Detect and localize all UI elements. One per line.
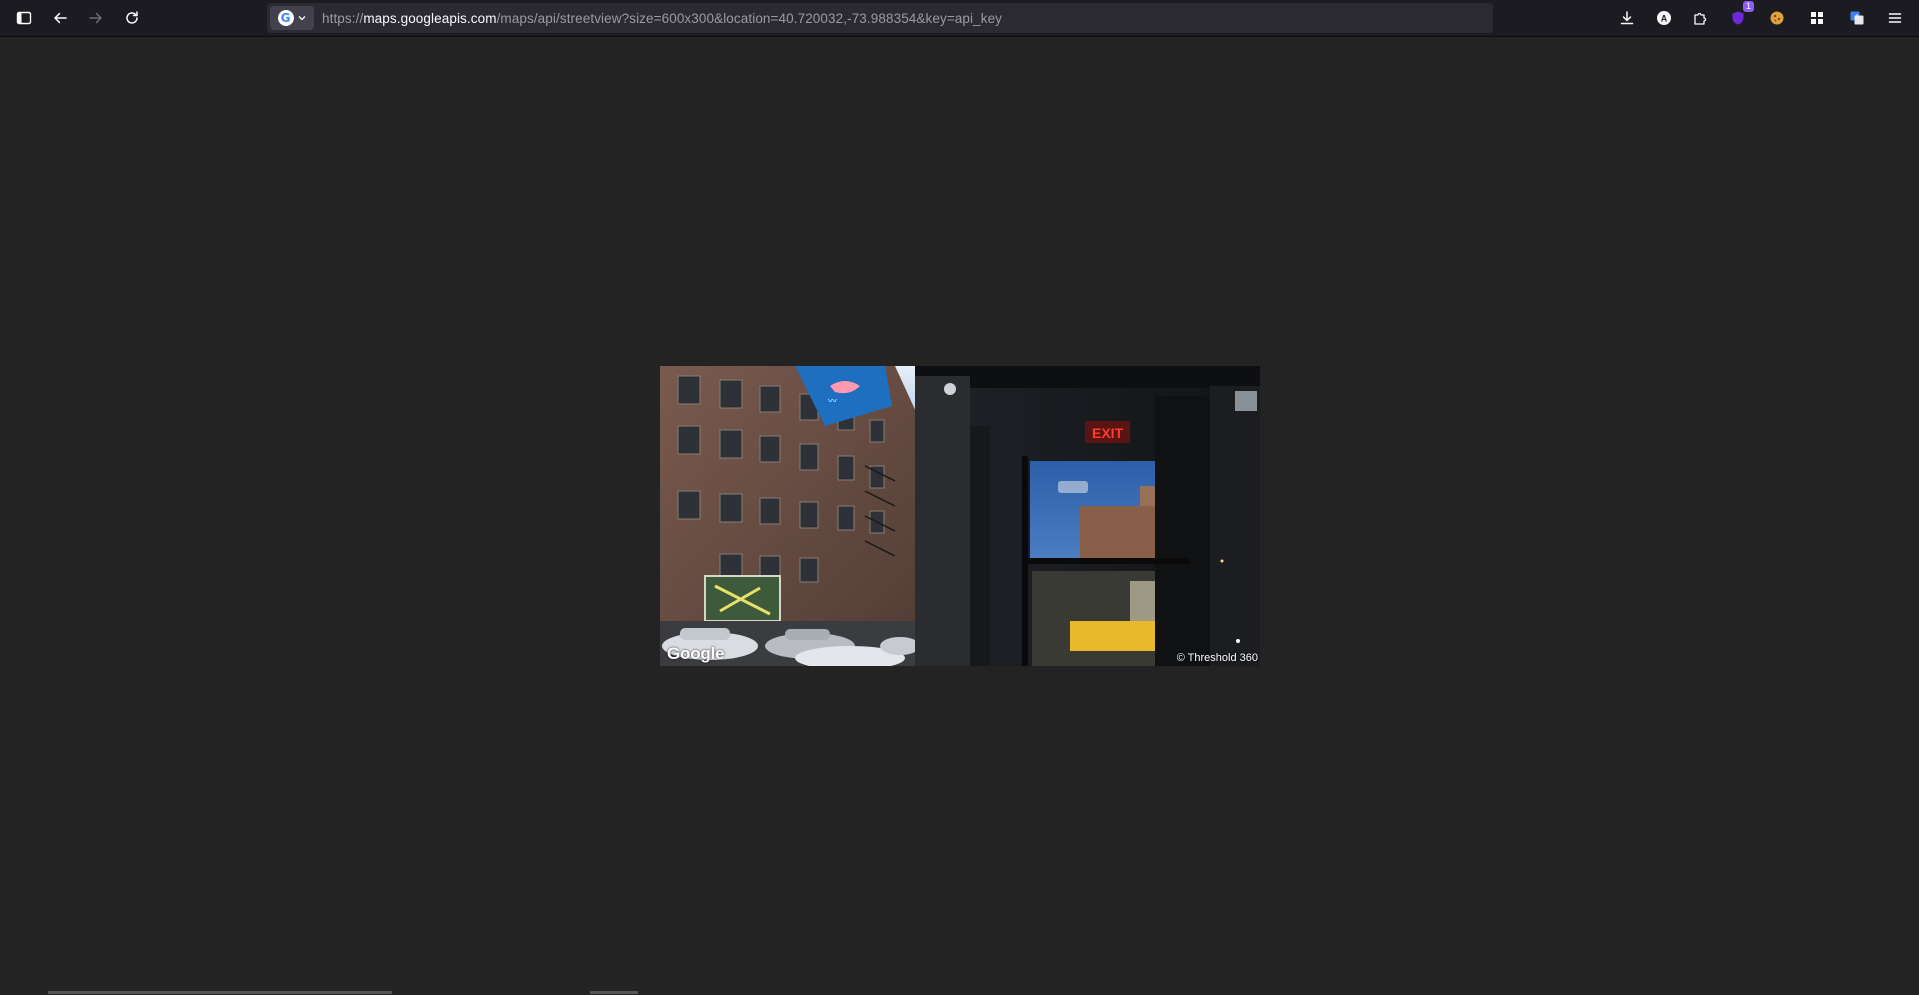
url-text[interactable]: https://maps.googleapis.com/maps/api/str… xyxy=(322,11,1002,26)
forward-arrow-icon xyxy=(89,12,102,24)
reload-icon xyxy=(126,11,138,24)
account-icon: A xyxy=(1657,11,1671,25)
translate-icon: A xyxy=(1850,11,1864,25)
forward-button[interactable] xyxy=(82,4,110,32)
extension-shield-button[interactable]: 1 xyxy=(1724,1,1754,32)
horizontal-scrollbar[interactable] xyxy=(48,991,392,994)
image-copyright: © Threshold 360 xyxy=(1176,652,1258,664)
url-host: maps.googleapis.com xyxy=(363,10,497,26)
sidebar-toggle-button[interactable] xyxy=(10,4,38,32)
search-engine-button[interactable]: G xyxy=(270,6,314,30)
extensions-button[interactable] xyxy=(1686,4,1714,32)
svg-text:A: A xyxy=(1855,15,1859,21)
svg-text:〰: 〰 xyxy=(828,396,837,406)
back-button[interactable] xyxy=(46,4,74,32)
sidebar-icon xyxy=(16,11,32,25)
puzzle-icon xyxy=(1694,12,1707,25)
download-icon xyxy=(1620,11,1634,25)
extension-translate-button[interactable]: A xyxy=(1843,4,1871,32)
street-view-image: 〰 EXIT Google © Threshold 360 xyxy=(660,366,1260,666)
extension-badge: 1 xyxy=(1743,1,1754,12)
url-prefix: https:// xyxy=(322,10,364,26)
account-button[interactable]: A xyxy=(1650,4,1678,32)
url-path: /maps/api/streetview?size=600x300&locati… xyxy=(496,10,1003,26)
extension-grid-button[interactable] xyxy=(1803,4,1831,32)
chevron-down-icon xyxy=(298,16,305,21)
cookie-icon xyxy=(1770,11,1784,25)
scrollbar-segment[interactable] xyxy=(590,991,638,994)
grid-icon xyxy=(1811,12,1823,24)
app-menu-button[interactable] xyxy=(1881,4,1909,32)
extension-cookie-button[interactable] xyxy=(1763,4,1791,32)
svg-text:EXIT: EXIT xyxy=(1092,425,1124,441)
google-watermark: Google xyxy=(667,644,725,663)
google-g-icon: G xyxy=(277,10,294,26)
svg-text:A: A xyxy=(1661,14,1668,24)
downloads-button[interactable] xyxy=(1613,4,1641,32)
hamburger-menu-icon xyxy=(1888,13,1902,23)
browser-toolbar: G https://maps.googleapis.com/maps/api/s… xyxy=(0,0,1919,37)
shield-icon xyxy=(1732,11,1744,25)
back-arrow-icon xyxy=(54,12,67,24)
reload-button[interactable] xyxy=(118,4,146,32)
street-scene-illustration: 〰 EXIT xyxy=(660,366,1260,666)
address-bar[interactable]: G https://maps.googleapis.com/maps/api/s… xyxy=(267,3,1493,33)
